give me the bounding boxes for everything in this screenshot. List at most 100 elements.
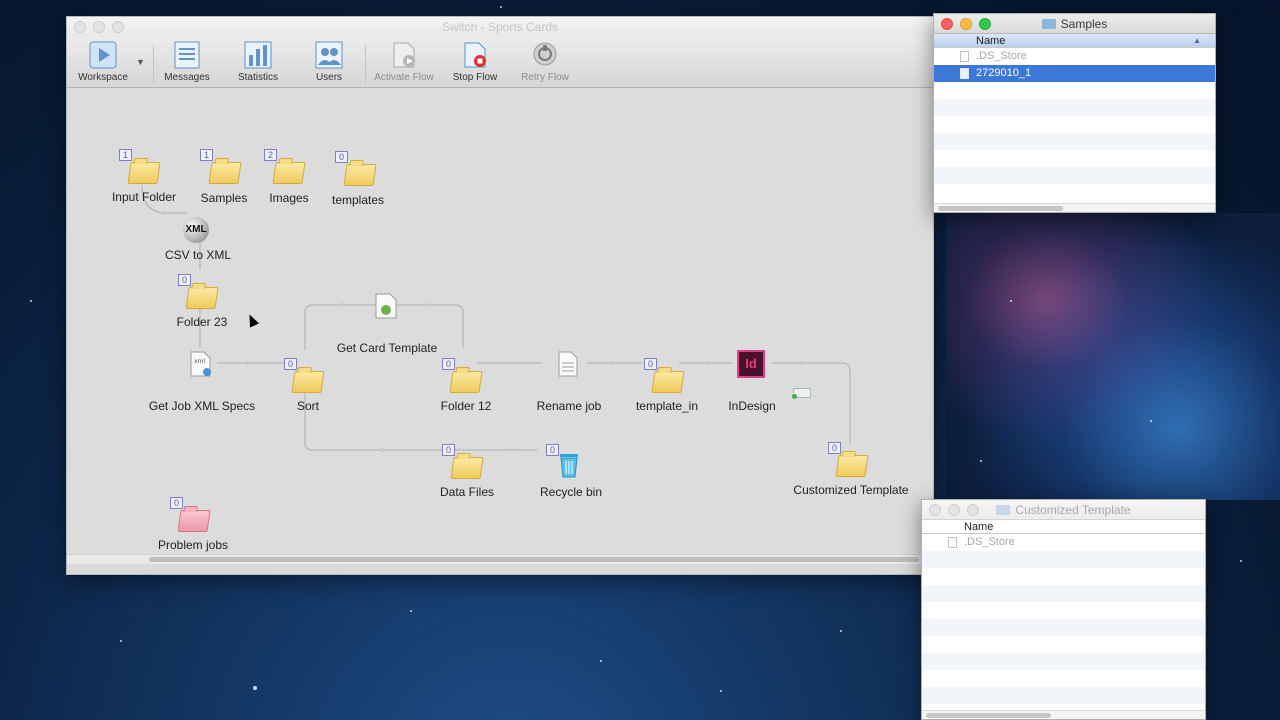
samples-finder-window: Samples Name ▲ .DS_Store 2729010_1 — [933, 13, 1216, 213]
horizontal-scrollbar[interactable] — [67, 554, 933, 564]
close-button[interactable] — [74, 21, 86, 33]
minimize-button[interactable] — [948, 504, 960, 516]
job-count-badge: 1 — [119, 149, 132, 161]
customized-template-finder-window: Customized Template Name .DS_Store — [921, 499, 1206, 720]
workspace-button[interactable]: Workspace — [67, 41, 139, 83]
status-indicator-icon — [792, 394, 797, 399]
node-label: Samples — [200, 191, 248, 205]
node-label: Rename job — [536, 399, 602, 413]
file-icon — [948, 537, 957, 548]
job-count-badge: 0 — [546, 444, 559, 456]
retry-flow-button[interactable]: Retry Flow — [509, 41, 581, 83]
folder-icon — [1041, 19, 1056, 29]
flow-canvas[interactable]: 1 Input Folder 1 Samples 2 Images 0 temp… — [67, 88, 933, 564]
node-label: Images — [269, 191, 309, 205]
node-label: Folder 12 — [440, 399, 492, 413]
node-label: Recycle bin — [539, 485, 603, 499]
name-column-header[interactable]: Name ▲ — [934, 34, 1215, 48]
folder-icon — [996, 505, 1011, 515]
folder-icon — [208, 162, 242, 184]
activate-flow-icon — [393, 42, 415, 68]
scrollbar-thumb[interactable] — [926, 713, 1051, 718]
node-label: CSV to XML — [164, 248, 232, 262]
file-icon — [960, 51, 969, 62]
activate-flow-button[interactable]: Activate Flow — [368, 41, 440, 83]
node-label: Input Folder — [111, 190, 177, 204]
retry-flow-icon — [533, 42, 557, 66]
empty-row — [934, 167, 1215, 184]
job-count-badge: 0 — [335, 151, 348, 163]
xml-converter-icon: XML — [183, 217, 209, 243]
window-title: Customized Template — [1015, 503, 1131, 517]
users-icon — [315, 41, 343, 69]
file-row[interactable]: 2729010_1 — [934, 65, 1215, 82]
close-button[interactable] — [929, 504, 941, 516]
toolbar-separator — [365, 45, 366, 83]
workspace-icon — [89, 41, 117, 69]
document-icon — [558, 351, 578, 377]
job-count-badge: 0 — [170, 497, 183, 509]
switch-window: Switch - Sports Cards Workspace ▼ Messag… — [66, 16, 934, 575]
window-title: Samples — [1060, 17, 1108, 31]
zoom-button[interactable] — [967, 504, 979, 516]
node-label: template_in — [635, 399, 699, 413]
file-row[interactable]: .DS_Store — [922, 534, 1205, 551]
name-column-header[interactable]: Name — [922, 520, 1205, 534]
messages-icon — [174, 41, 200, 69]
scrollbar-thumb[interactable] — [938, 206, 1063, 211]
window-title: Switch - Sports Cards — [441, 20, 559, 34]
stop-flow-button[interactable]: Stop Flow — [439, 41, 511, 83]
finder-titlebar: Customized Template — [922, 500, 1205, 520]
window-controls — [929, 504, 979, 516]
problem-folder-icon — [177, 510, 211, 532]
empty-row — [922, 551, 1205, 568]
messages-button[interactable]: Messages — [151, 41, 223, 83]
job-count-badge: 2 — [264, 149, 277, 161]
statistics-button[interactable]: Statistics — [222, 41, 294, 83]
zoom-button[interactable] — [112, 21, 124, 33]
empty-row — [922, 585, 1205, 602]
empty-row — [934, 150, 1215, 167]
toolbar: Workspace ▼ Messages Statistics Users Ac… — [67, 37, 933, 88]
folder-icon — [651, 371, 685, 393]
job-count-badge: 0 — [442, 358, 455, 370]
horizontal-scrollbar[interactable] — [922, 710, 1205, 719]
finder-titlebar: Samples — [934, 14, 1215, 34]
window-controls — [74, 21, 124, 33]
empty-row — [922, 619, 1205, 636]
file-icon — [960, 68, 969, 79]
folder-icon — [450, 457, 484, 479]
node-label: Data Files — [439, 485, 495, 499]
zoom-button[interactable] — [979, 18, 991, 30]
empty-row — [922, 636, 1205, 653]
job-count-badge: 0 — [442, 444, 455, 456]
node-label: Folder 23 — [176, 315, 228, 329]
empty-row — [934, 133, 1215, 150]
folder-icon — [449, 371, 483, 393]
close-button[interactable] — [941, 18, 953, 30]
node-label: Problem jobs — [157, 538, 229, 552]
horizontal-scrollbar[interactable] — [934, 203, 1215, 212]
statistics-icon — [244, 41, 272, 69]
folder-icon — [272, 162, 306, 184]
job-count-badge: 0 — [828, 442, 841, 454]
svg-text:xml: xml — [194, 358, 205, 365]
indesign-icon: Id — [737, 350, 765, 378]
minimize-button[interactable] — [93, 21, 105, 33]
window-controls — [941, 18, 991, 30]
minimize-button[interactable] — [960, 18, 972, 30]
job-count-badge: 0 — [284, 358, 297, 370]
job-count-badge: 1 — [200, 149, 213, 161]
node-label: templates — [331, 193, 385, 207]
node-label: InDesign — [728, 399, 776, 413]
empty-row — [922, 568, 1205, 585]
scrollbar-thumb[interactable] — [149, 557, 919, 562]
empty-row — [934, 99, 1215, 116]
empty-row — [922, 602, 1205, 619]
file-row[interactable]: .DS_Store — [934, 48, 1215, 65]
users-button[interactable]: Users — [293, 41, 365, 83]
node-label: Get Card Template — [336, 341, 438, 355]
folder-icon — [835, 455, 869, 477]
stop-flow-icon — [464, 42, 486, 68]
workspace-dropdown-arrow[interactable]: ▼ — [136, 57, 145, 67]
